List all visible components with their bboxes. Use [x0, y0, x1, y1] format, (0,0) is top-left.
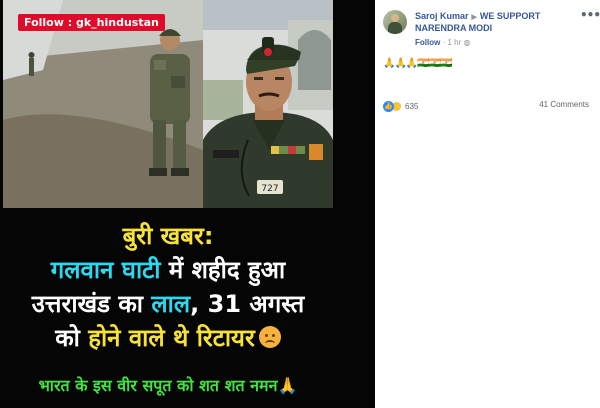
follow-watermark: Follow : gk_hindustan: [18, 14, 165, 31]
comments-link[interactable]: 41 Comments: [539, 100, 589, 109]
headline-highlight: लाल: [151, 290, 191, 318]
globe-icon: ◍: [463, 38, 471, 47]
author-name[interactable]: Saroj Kumar: [415, 11, 469, 21]
headline-highlight: होने वाले थे रिटायर: [88, 324, 255, 352]
headline-place: गलवान घाटी: [50, 256, 161, 284]
headline-line-4: को होने वाले थे रिटायर: [3, 326, 333, 350]
post-header: Saroj Kumar ▶ WE SUPPORT NARENDRA MODI: [415, 11, 575, 34]
image-footer: भारत के इस वीर सपूत को शत शत नमन🙏: [3, 374, 333, 396]
footer-text: भारत के इस वीर सपूत को शत शत नमन: [38, 376, 278, 395]
headline-text: को: [55, 324, 89, 352]
like-reaction-icon: 👍: [383, 100, 394, 112]
reaction-count: 635: [405, 101, 419, 111]
dropdown-arrow-icon: ▶: [471, 14, 477, 21]
badge-number: 727: [261, 184, 278, 194]
post-text: 🙏🙏🙏🇮🇳🇮🇳🇮🇳: [383, 58, 453, 69]
post-time[interactable]: 1 hr: [447, 38, 461, 47]
post-image[interactable]: 727 Follow : gk_hindustan बुरी खबर: गलवा…: [0, 0, 375, 408]
avatar[interactable]: [383, 10, 407, 34]
reaction-summary[interactable]: 👍 635: [383, 99, 418, 113]
photo-illustration: 727: [3, 0, 333, 208]
more-options-icon[interactable]: •••: [580, 8, 600, 22]
post-sidebar: Saroj Kumar ▶ WE SUPPORT NARENDRA MODI Fol…: [375, 0, 600, 408]
post-meta: Follow · 1 hr ◍: [415, 38, 470, 47]
headline-text: में शहीद हुआ: [160, 256, 286, 284]
headline-text: उत्तराखंड का: [31, 290, 152, 318]
headline-text: , 31 अगस्त: [190, 290, 305, 318]
praying-hands-emoji: 🙏🙏🙏: [383, 58, 418, 69]
india-flag-emoji: 🇮🇳🇮🇳🇮🇳: [417, 58, 452, 69]
sad-face-emoji: [258, 326, 281, 348]
headline-line-2: गलवान घाटी में शहीद हुआ: [3, 258, 333, 282]
headline-line-1: बुरी खबर:: [122, 222, 214, 250]
praying-hands-emoji: 🙏: [277, 376, 298, 395]
follow-button[interactable]: Follow: [415, 38, 440, 47]
headline-line-3: उत्तराखंड का लाल, 31 अगस्त: [3, 292, 333, 316]
soldier-photo: 727: [3, 0, 333, 208]
